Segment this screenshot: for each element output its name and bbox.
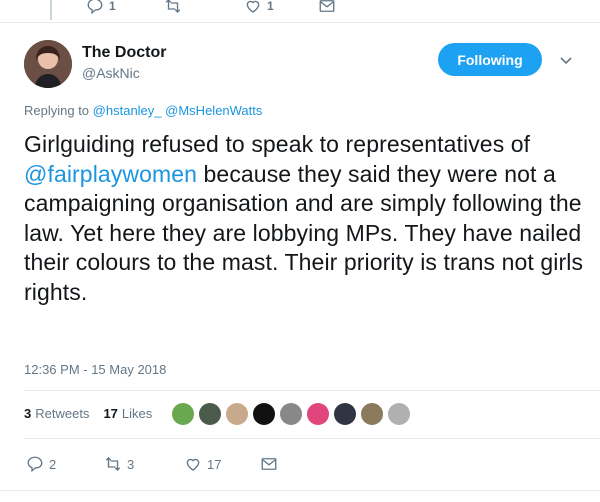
likes-label: Likes — [121, 406, 153, 421]
prev-reply-count: 1 — [109, 0, 116, 13]
retweet-action[interactable]: 3 — [104, 455, 134, 473]
green-avatar[interactable] — [172, 403, 194, 425]
chevron-down-icon[interactable] — [558, 52, 574, 68]
like-action[interactable]: 17 — [184, 455, 221, 473]
retweet-count: 3 — [127, 456, 135, 472]
author-handle[interactable]: @AskNic — [82, 65, 166, 81]
heart-icon — [246, 0, 260, 13]
author-info: The Doctor @AskNic — [82, 44, 166, 81]
logo-avatar[interactable] — [253, 403, 275, 425]
retweets-stat[interactable]: 3 Retweets — [24, 406, 89, 421]
reply-icon — [27, 456, 43, 473]
horse-avatar[interactable] — [361, 403, 383, 425]
prev-like-action[interactable]: 1 — [244, 0, 274, 15]
reply-mention-link[interactable]: @hstanley_ — [93, 103, 162, 118]
like-count: 17 — [207, 456, 222, 472]
replying-to-label: Replying to — [24, 103, 90, 118]
reply-icon — [87, 0, 103, 15]
following-button[interactable]: Following — [438, 43, 542, 76]
person-photo-icon — [24, 40, 72, 88]
bw-avatar[interactable] — [388, 403, 410, 425]
prev-reply-action[interactable]: 1 — [86, 0, 116, 15]
divider — [0, 490, 600, 491]
reply-action[interactable]: 2 — [26, 455, 56, 473]
tweet-stats: 3 Retweets 17 Likes — [24, 406, 152, 421]
person-avatar[interactable] — [226, 403, 248, 425]
pink-avatar[interactable] — [307, 403, 329, 425]
heart-icon — [186, 458, 200, 471]
tweet-text: Girlguiding refused to speak to represen… — [24, 130, 584, 307]
prev-retweet-action[interactable] — [164, 0, 187, 15]
divider — [0, 22, 600, 23]
likes-count: 17 — [103, 406, 118, 421]
retweets-label: Retweets — [35, 406, 90, 421]
retweets-count: 3 — [24, 406, 32, 421]
tweet-timestamp[interactable]: 12:36 PM - 15 May 2018 — [24, 362, 166, 377]
author-avatar[interactable] — [24, 40, 72, 88]
retweet-icon — [165, 0, 181, 13]
mail-icon — [319, 0, 335, 12]
retweet-icon — [105, 457, 121, 471]
prev-dm-action[interactable] — [318, 0, 336, 15]
likes-stat[interactable]: 17 Likes — [103, 406, 152, 421]
mail-icon — [261, 458, 277, 470]
person-avatar[interactable] — [334, 403, 356, 425]
liker-avatars — [172, 403, 415, 425]
reply-count: 2 — [49, 456, 57, 472]
tweet-text-part: Girlguiding refused to speak to represen… — [24, 131, 531, 157]
author-name[interactable]: The Doctor — [82, 44, 166, 62]
dm-action[interactable] — [260, 455, 278, 473]
reply-mention-link[interactable]: @MsHelenWatts — [165, 103, 262, 118]
landscape-avatar[interactable] — [199, 403, 221, 425]
replying-to: Replying to @hstanley_ @MsHelenWatts — [24, 103, 262, 118]
bird-avatar[interactable] — [280, 403, 302, 425]
tweet-mention-link[interactable]: @fairplaywomen — [24, 161, 197, 187]
divider — [24, 438, 600, 439]
thread-connector — [50, 0, 52, 20]
divider — [24, 390, 600, 391]
prev-like-count: 1 — [267, 0, 274, 13]
